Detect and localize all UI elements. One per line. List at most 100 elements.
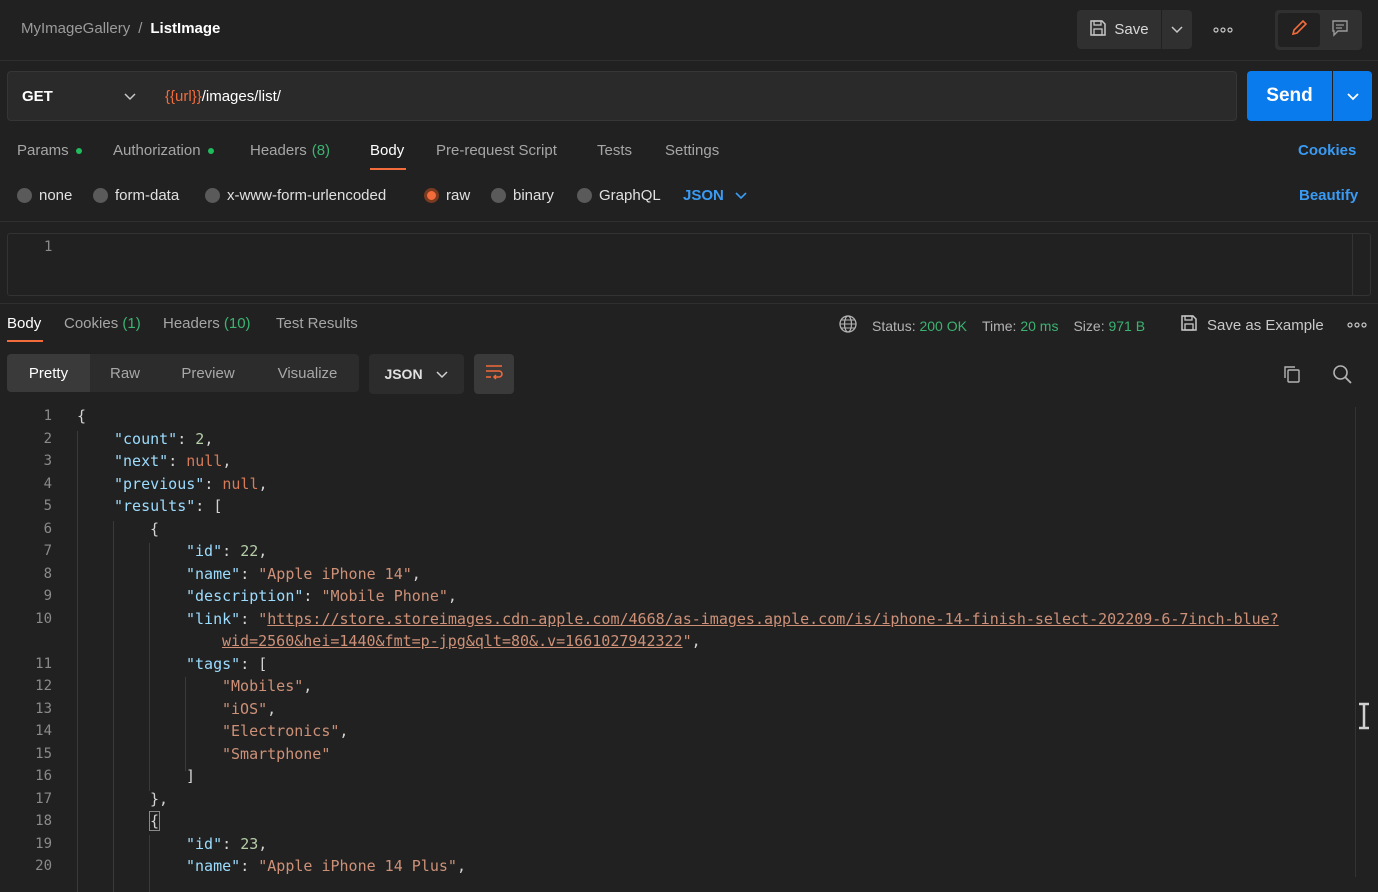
tab-settings[interactable]: Settings	[665, 142, 719, 159]
save-button[interactable]: Save	[1077, 10, 1162, 49]
more-horizontal-icon[interactable]	[1347, 318, 1367, 335]
url-input[interactable]: {{url}}/images/list/	[151, 71, 1237, 121]
active-tab-indicator	[370, 168, 406, 170]
breadcrumb: MyImageGallery / ListImage	[21, 20, 220, 37]
radio-form-data[interactable]	[93, 188, 108, 203]
response-tab-headers-label: Headers	[163, 315, 220, 332]
view-raw[interactable]: Raw	[90, 354, 160, 392]
wrap-lines-button[interactable]	[474, 354, 514, 394]
response-tab-cookies[interactable]: Cookies (1)	[64, 315, 141, 332]
chevron-down-icon	[734, 187, 748, 204]
more-horizontal-icon[interactable]	[1212, 20, 1234, 40]
breadcrumb-collection[interactable]: MyImageGallery	[21, 20, 130, 37]
radio-graphql[interactable]	[577, 188, 592, 203]
request-name[interactable]: ListImage	[150, 20, 220, 37]
pencil-icon	[1289, 18, 1309, 42]
save-label: Save	[1114, 21, 1149, 38]
indent-guide	[149, 543, 150, 791]
edit-mode-button[interactable]	[1278, 13, 1320, 47]
size-label: Size:	[1073, 317, 1105, 334]
save-group: Save	[1077, 10, 1192, 49]
response-tab-headers[interactable]: Headers (10)	[163, 315, 251, 332]
response-tab-test-results[interactable]: Test Results	[276, 315, 358, 332]
response-headers-count: (10)	[223, 315, 251, 332]
breadcrumb-separator: /	[138, 20, 143, 37]
tab-authorization[interactable]: Authorization	[113, 142, 214, 159]
radio-binary[interactable]	[491, 188, 506, 203]
status-label: Status:	[872, 317, 916, 334]
send-options-button[interactable]	[1333, 71, 1372, 121]
tab-tests[interactable]: Tests	[597, 142, 632, 159]
link-url-continued[interactable]: wid=2560&hei=1440&fmt=p-jpg&qlt=80&.v=16…	[222, 632, 683, 650]
authorization-indicator-dot	[207, 147, 214, 154]
method-select[interactable]: GET	[7, 71, 152, 121]
wrap-lines-icon	[484, 363, 504, 385]
response-status: Status: 200 OK Time: 20 ms Size: 971 B	[838, 314, 1145, 337]
globe-icon[interactable]	[838, 314, 858, 337]
body-type-raw[interactable]: raw	[424, 187, 470, 204]
radio-urlencoded[interactable]	[205, 188, 220, 203]
link-url[interactable]: https://store.storeimages.cdn-apple.com/…	[267, 610, 1278, 628]
save-as-example-button[interactable]: Save as Example	[1180, 314, 1324, 336]
url-variable: {{url}}	[165, 87, 202, 105]
chevron-down-icon	[1170, 21, 1184, 38]
tab-prerequest-script[interactable]: Pre-request Script	[436, 142, 557, 159]
request-body-editor[interactable]: 1	[7, 233, 1371, 296]
radio-graphql-label: GraphQL	[599, 187, 661, 204]
url-path: /images/list/	[201, 87, 281, 105]
view-visualize[interactable]: Visualize	[256, 354, 359, 392]
response-scrollbar[interactable]	[1355, 407, 1371, 877]
response-body-viewer[interactable]: 1{ 2 "count": 2, 3 "next": null, 4 "previou…	[0, 405, 1356, 892]
body-type-none[interactable]: none	[17, 187, 72, 204]
indent-guide	[113, 521, 114, 892]
active-tab-indicator	[7, 340, 43, 342]
body-type-binary[interactable]: binary	[491, 187, 554, 204]
radio-none-label: none	[39, 187, 73, 204]
view-mode-tabs: Pretty Raw Preview Visualize	[7, 354, 359, 392]
save-options-button[interactable]	[1162, 10, 1192, 49]
body-type-urlencoded[interactable]: x-www-form-urlencoded	[205, 187, 386, 204]
view-pretty[interactable]: Pretty	[7, 354, 90, 392]
response-tab-body[interactable]: Body	[7, 315, 41, 332]
search-icon[interactable]	[1332, 364, 1352, 388]
response-format-select[interactable]: JSON	[369, 354, 464, 394]
radio-form-data-label: form-data	[115, 187, 180, 204]
chevron-down-icon	[123, 88, 137, 105]
indent-guide	[77, 431, 78, 892]
divider	[0, 303, 1378, 304]
body-type-graphql[interactable]: GraphQL	[577, 187, 661, 204]
tab-params[interactable]: Params	[17, 142, 82, 159]
raw-format-select[interactable]: JSON	[683, 187, 748, 204]
radio-none[interactable]	[17, 188, 32, 203]
copy-icon[interactable]	[1282, 364, 1302, 388]
beautify-link[interactable]: Beautify	[1299, 187, 1358, 204]
save-icon	[1180, 314, 1198, 336]
radio-raw[interactable]	[424, 188, 439, 203]
view-preview[interactable]: Preview	[160, 354, 256, 392]
save-as-example-label: Save as Example	[1207, 316, 1324, 334]
raw-format-label: JSON	[683, 187, 724, 204]
divider	[0, 221, 1378, 222]
tab-authorization-label: Authorization	[113, 142, 201, 159]
tab-params-label: Params	[17, 142, 69, 159]
indent-guide	[185, 677, 186, 771]
status-value[interactable]: 200 OK	[919, 318, 966, 334]
size-value[interactable]: 971 B	[1108, 318, 1145, 334]
comment-icon	[1330, 18, 1350, 42]
tab-body[interactable]: Body	[370, 142, 404, 159]
radio-binary-label: binary	[513, 187, 554, 204]
send-button[interactable]: Send	[1247, 71, 1332, 121]
response-tab-cookies-label: Cookies	[64, 315, 119, 332]
editor-scrollbar[interactable]	[1352, 234, 1370, 295]
response-format-label: JSON	[384, 366, 423, 382]
time-value[interactable]: 20 ms	[1020, 318, 1058, 334]
cookies-link[interactable]: Cookies	[1298, 142, 1356, 159]
radio-raw-label: raw	[446, 187, 471, 204]
indent-guide	[149, 835, 150, 892]
save-icon	[1089, 19, 1107, 41]
headers-count: (8)	[311, 142, 331, 159]
comment-mode-button[interactable]	[1320, 13, 1359, 47]
time-label: Time:	[981, 317, 1017, 334]
body-type-form-data[interactable]: form-data	[93, 187, 179, 204]
tab-headers[interactable]: Headers (8)	[250, 142, 330, 159]
